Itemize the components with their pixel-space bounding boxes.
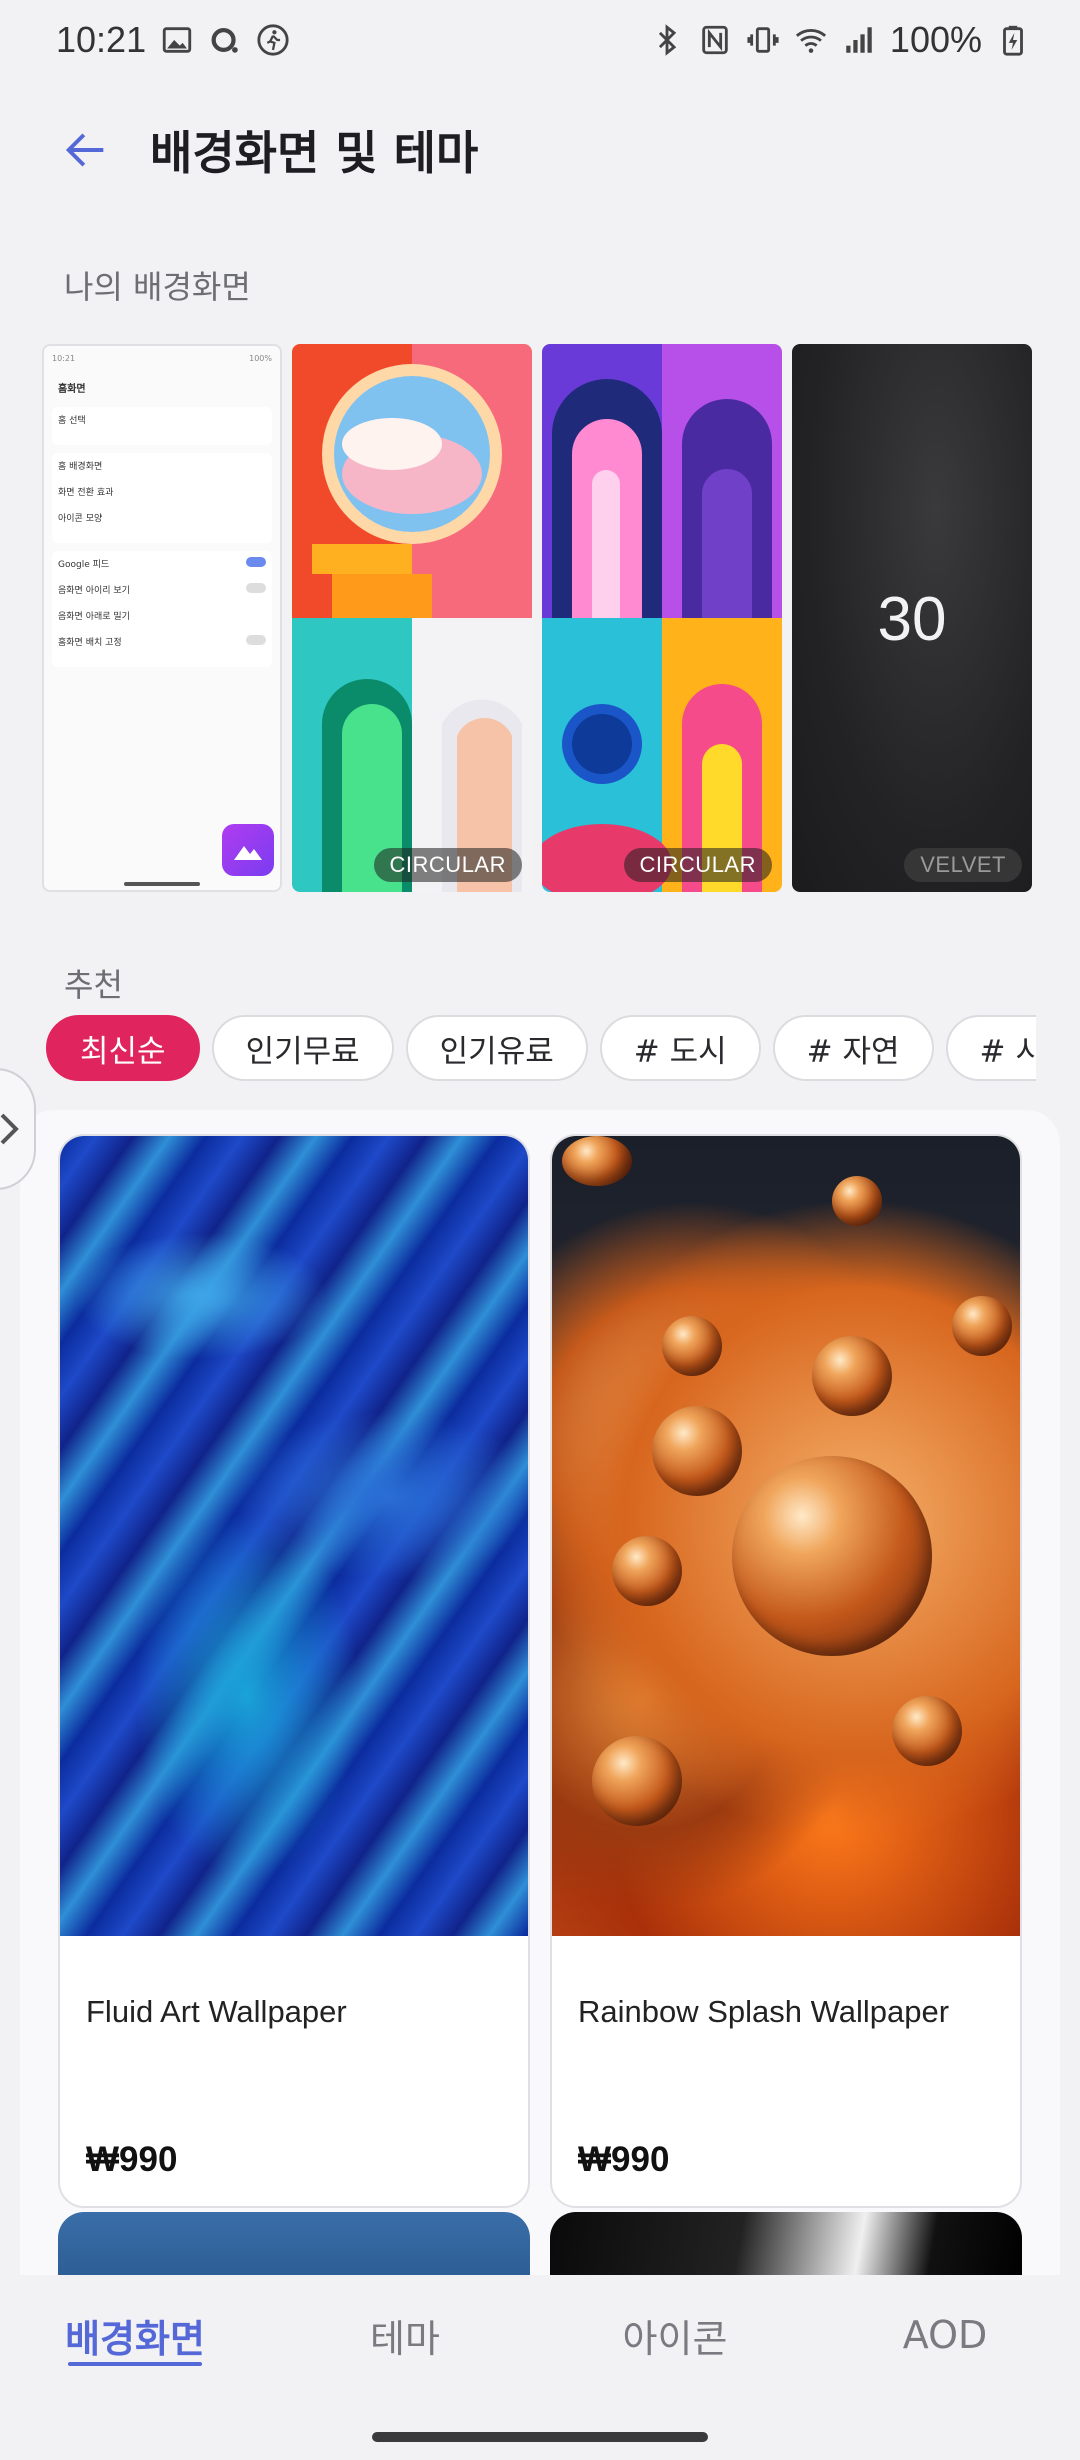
bubble [812,1336,892,1416]
app-bar: 배경화면 및 테마 [0,100,1080,200]
gallery-app-icon[interactable] [222,824,274,876]
tab-icon[interactable]: 아이콘 [540,2280,810,2390]
bluetooth-icon [650,23,684,57]
bubble [662,1316,722,1376]
product-image [552,1136,1020,1936]
product-price: ₩990 [578,2140,670,2179]
battery-percent: 100% [889,19,982,60]
page-title: 배경화면 및 테마 [150,126,479,180]
product-price: ₩990 [86,2140,178,2179]
mini-title: 홈화면 [58,384,86,395]
mini-toggle [246,583,266,593]
product-grid: Fluid Art Wallpaper ₩990 Rainbow Splash … [20,1110,1060,2275]
bubble [562,1136,632,1186]
arrow-left-icon [65,133,104,167]
mini-row: Google 피드 [58,557,266,583]
mini-row: 음화면 아이리 보기 [58,583,266,609]
product-card-peek[interactable] [58,2212,530,2275]
nfc-icon [698,23,732,57]
bubble [732,1456,932,1656]
mini-row-label: 홈화면 배치 고정 [58,638,122,648]
my-wallpapers-label: 나의 배경화면 [64,268,251,306]
bubble [592,1736,682,1826]
chip-tag-city[interactable]: # 도시 [599,1015,761,1081]
mini-nav-bar [124,882,200,886]
product-card-fluid-art[interactable]: Fluid Art Wallpaper ₩990 [58,1134,530,2208]
chip-tag-cool[interactable]: # 시원 [945,1015,1036,1081]
status-right: 100% [650,19,1030,61]
mini-block: Google 피드 음화면 아이리 보기 음화면 아래로 밀기 홈화면 배치 고… [52,551,272,667]
walking-icon [256,23,290,57]
velvet-number: 30 [877,585,947,654]
mini-toggle [246,557,266,567]
filter-chips: 최신순 인기무료 인기유료 # 도시 # 자연 # 시원 [46,1015,1036,1085]
status-left: 10:21 [56,19,290,61]
bubble [952,1296,1012,1356]
mini-block: 홈 선택 [52,407,272,445]
wallpaper-badge: CIRCULAR [623,848,772,882]
mini-row: 홈 선택 [58,416,86,426]
chevron-right-icon [0,1113,19,1145]
bubble [612,1536,682,1606]
chip-popular-paid[interactable]: 인기유료 [405,1015,588,1081]
mini-row: 음화면 아래로 밀기 [58,612,130,622]
gallery-icon [160,23,194,57]
current-wallpaper-preview: 10:21 100% 홈화면 홈 선택 홈 배경화면 화면 전환 효과 아이콘 모… [44,346,280,890]
status-time: 10:21 [56,19,147,60]
tab-theme[interactable]: 테마 [270,2280,540,2390]
mini-row: 홈화면 배치 고정 [58,635,266,661]
circular-wallpaper-art-2 [542,344,782,892]
wifi-icon [794,23,828,57]
bubble [892,1696,962,1766]
vibrate-icon [746,23,780,57]
mini-row: 화면 전환 효과 [58,488,114,498]
product-name: Rainbow Splash Wallpaper [578,1994,950,2029]
wallpaper-card-circular-1[interactable]: CIRCULAR [292,344,532,892]
chip-latest[interactable]: 최신순 [46,1015,200,1081]
chip-tag-nature[interactable]: # 자연 [772,1015,934,1081]
recommend-label: 추천 [64,966,123,1004]
tab-aod[interactable]: AOD [810,2280,1080,2390]
status-bar: 10:21 100% [0,0,1080,80]
wallpaper-card-velvet[interactable]: 30 VELVET [792,344,1032,892]
mini-row-label: 음화면 아이리 보기 [58,586,130,596]
chip-popular-free[interactable]: 인기무료 [211,1015,394,1081]
bottom-navigation: 배경화면 테마 아이콘 AOD [0,2280,1080,2390]
bubble [832,1176,882,1226]
product-image [60,1136,528,1936]
mini-block: 홈 배경화면 화면 전환 효과 아이콘 모양 [52,453,272,543]
home-indicator[interactable] [372,2432,708,2442]
current-wallpaper-card[interactable]: 10:21 100% 홈화면 홈 선택 홈 배경화면 화면 전환 효과 아이콘 모… [42,344,282,892]
wallpaper-badge: VELVET [904,848,1022,882]
tab-wallpaper[interactable]: 배경화면 [0,2280,270,2390]
mini-row-label: Google 피드 [58,560,110,570]
mini-toggle [246,635,266,645]
product-card-rainbow-splash[interactable]: Rainbow Splash Wallpaper ₩990 [550,1134,1022,2208]
product-name: Fluid Art Wallpaper [86,1994,347,2029]
mini-row: 아이콘 모양 [58,514,103,524]
back-button[interactable] [46,110,126,190]
signal-icon [842,23,876,57]
assistant-ring-icon [208,23,242,57]
wallpaper-badge: CIRCULAR [373,848,522,882]
battery-charging-icon [996,23,1030,57]
mini-row: 홈 배경화면 [58,462,103,472]
wallpaper-card-circular-2[interactable]: CIRCULAR [542,344,782,892]
circular-wallpaper-art-1 [292,344,532,892]
product-card-peek[interactable] [550,2212,1022,2275]
mini-status-bar: 10:21 100% [52,354,272,363]
bubble [652,1406,742,1496]
my-wallpapers-strip: 10:21 100% 홈화면 홈 선택 홈 배경화면 화면 전환 효과 아이콘 모… [42,344,1042,892]
